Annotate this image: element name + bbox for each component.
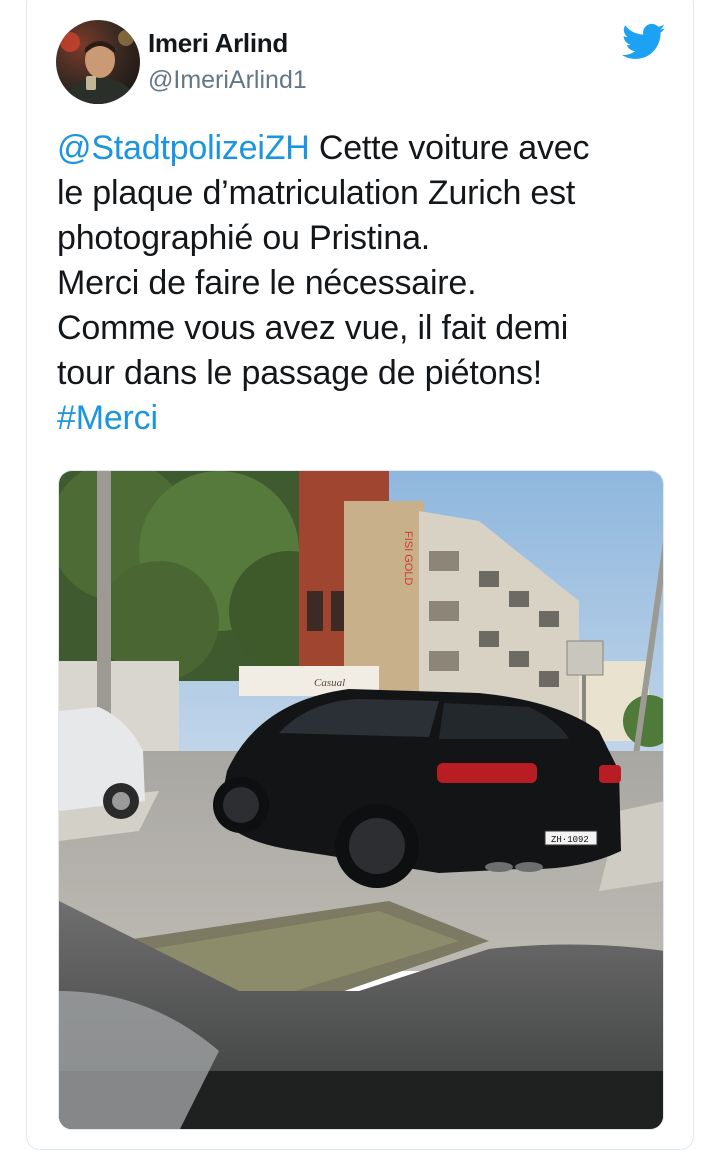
tweet-photo[interactable]: FISI GOLD Casual ZH·1092 — [58, 470, 664, 1130]
avatar[interactable] — [56, 20, 140, 104]
mention-link[interactable]: @StadtpolizeiZH — [57, 129, 310, 167]
svg-text:ZH·1092: ZH·1092 — [551, 835, 589, 845]
tweet-line-2: le plaque d’matriculation Zurich est — [57, 174, 576, 212]
tweet-line-4: Merci de faire le nécessaire. — [57, 264, 477, 302]
svg-text:FISI GOLD: FISI GOLD — [402, 531, 414, 585]
building-sign: FISI GOLD — [402, 531, 414, 585]
tweet-line-5: Comme vous avez vue, il fait demi — [57, 309, 569, 347]
twitter-bird-icon[interactable] — [621, 22, 666, 62]
hashtag-link[interactable]: #Merci — [57, 396, 687, 441]
tweet-line-6: tour dans le passage de piétons! — [57, 354, 543, 392]
svg-text:Casual: Casual — [314, 677, 345, 689]
tweet-text: @StadtpolizeiZH Cette voiture avec le pl… — [57, 126, 687, 441]
display-name[interactable]: Imeri Arlind — [148, 28, 288, 59]
tweet-line-1: @StadtpolizeiZH Cette voiture avec — [57, 129, 590, 167]
tweet-line-3: photographié ou Pristina. — [57, 219, 431, 257]
user-handle[interactable]: @ImeriArlind1 — [148, 66, 307, 95]
